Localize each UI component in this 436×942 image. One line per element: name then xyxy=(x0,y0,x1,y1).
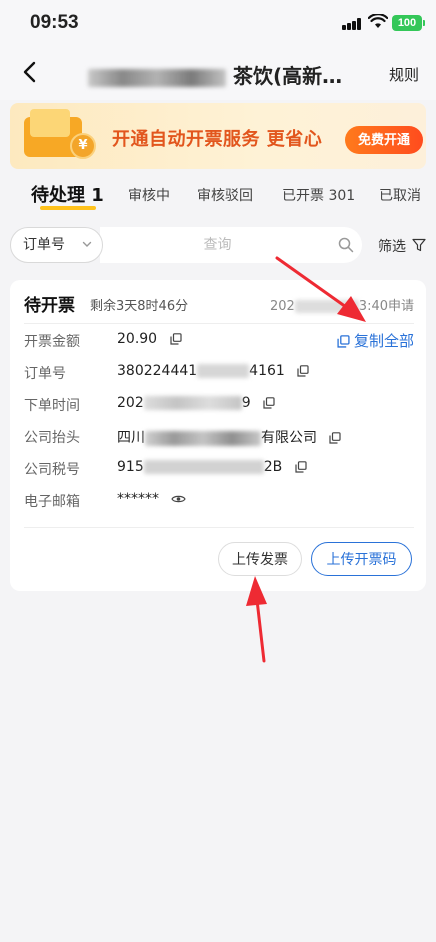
field-tax-id: 公司税号 915 2B xyxy=(24,458,414,480)
tax-id-end: 2B xyxy=(263,459,283,475)
divider xyxy=(24,323,414,324)
field-value: 380224441 4161 xyxy=(117,363,309,379)
eye-icon[interactable] xyxy=(171,493,187,505)
status-tabs: 待处理 1 审核中 审核驳回 已开票 301 已取消 xyxy=(0,175,436,219)
field-value: ****** xyxy=(117,491,187,507)
back-arrow-icon[interactable] xyxy=(18,59,44,85)
field-value: 915 2B xyxy=(117,459,307,475)
card-header: 待开票 剩余3天8时46分 202 3:40申请 xyxy=(24,291,414,317)
nav-bar: 茶饮(高新… 规则 xyxy=(0,46,436,100)
tab-rejected[interactable]: 审核驳回 xyxy=(197,185,253,205)
apply-time: 202 3:40申请 xyxy=(270,295,414,314)
copy-icon[interactable] xyxy=(169,333,182,345)
field-label: 公司抬头 xyxy=(24,430,80,446)
copy-icon[interactable] xyxy=(263,397,275,409)
copy-icon xyxy=(337,335,350,348)
banner-text: 开通自动开票服务 更省心 xyxy=(112,129,323,150)
search-type-value: 订单号 xyxy=(23,237,65,253)
company-name-end: 有限公司 xyxy=(261,430,317,446)
wifi-icon xyxy=(368,14,388,28)
apply-time-prefix: 202 xyxy=(269,299,295,314)
blurred-store-name xyxy=(88,68,226,87)
tab-invoiced[interactable]: 已开票 301 xyxy=(282,185,355,205)
field-label: 开票金额 xyxy=(24,334,80,350)
filter-label: 筛选 xyxy=(378,239,406,255)
field-company-name: 公司抬头 四川 有限公司 xyxy=(24,426,414,448)
rules-link[interactable]: 规则 xyxy=(389,64,419,85)
cellular-signal-icon xyxy=(342,18,362,30)
page-title: 茶饮(高新… xyxy=(88,60,358,89)
search-row: 订单号 筛选 xyxy=(0,224,436,266)
search-type-select[interactable]: 订单号 xyxy=(10,227,103,263)
field-email: 电子邮箱 ****** xyxy=(24,490,414,512)
divider xyxy=(24,527,414,528)
blurred-company-name xyxy=(145,430,261,446)
blurred-tax-id xyxy=(143,460,264,474)
search-box[interactable] xyxy=(100,227,362,263)
tab-cancelled[interactable]: 已取消 xyxy=(379,185,421,205)
upload-invoice-code-button[interactable]: 上传开票码 xyxy=(311,542,412,576)
copy-icon[interactable] xyxy=(297,365,309,377)
pending-invoice-card: 待开票 剩余3天8时46分 202 3:40申请 开票金额 20.90 复制全部 … xyxy=(10,280,426,591)
tab-pending[interactable]: 待处理 1 xyxy=(31,181,104,207)
field-value: 20.90 xyxy=(117,331,182,347)
field-label: 订单号 xyxy=(24,366,66,382)
remaining-time: 剩余3天8时46分 xyxy=(90,299,189,314)
status-time: 09:53 xyxy=(30,12,79,33)
field-order-time: 下单时间 202 9 xyxy=(24,394,414,416)
field-value: 四川 有限公司 xyxy=(117,427,342,447)
filter-button[interactable]: 筛选 xyxy=(378,236,426,256)
filter-funnel-icon xyxy=(412,238,426,252)
chevron-down-icon xyxy=(82,241,92,247)
field-label: 公司税号 xyxy=(24,462,80,478)
active-tab-underline xyxy=(40,206,96,210)
field-value: 202 9 xyxy=(117,395,275,411)
status-bar: 09:53 100 xyxy=(0,0,436,46)
blurred-order-time xyxy=(143,396,242,410)
masked-email: ****** xyxy=(117,491,159,507)
order-number-end: 4161 xyxy=(249,363,285,379)
field-order-number: 订单号 380224441 4161 xyxy=(24,362,414,384)
auto-invoice-banner[interactable]: ¥ 开通自动开票服务 更省心 免费开通 xyxy=(10,103,426,169)
tab-reviewing[interactable]: 审核中 xyxy=(128,185,170,205)
field-label: 下单时间 xyxy=(24,398,80,414)
battery-icon: 100 xyxy=(392,15,425,31)
coin-icon: ¥ xyxy=(70,133,96,159)
order-time-start: 202 xyxy=(117,395,144,411)
apply-time-suffix: 3:40申请 xyxy=(358,299,414,314)
blurred-apply-time xyxy=(294,300,359,313)
order-number-start: 380224441 xyxy=(117,363,198,379)
upload-invoice-button[interactable]: 上传发票 xyxy=(218,542,302,576)
search-icon[interactable] xyxy=(338,237,354,253)
free-enable-button[interactable]: 免费开通 xyxy=(345,126,423,154)
order-time-end: 9 xyxy=(241,395,251,411)
page-title-text: 茶饮(高新… xyxy=(232,64,343,88)
search-input[interactable] xyxy=(100,227,335,263)
copy-icon[interactable] xyxy=(295,461,307,473)
copy-all-label: 复制全部 xyxy=(353,332,414,350)
blurred-order-number xyxy=(197,364,250,378)
card-status: 待开票 xyxy=(24,296,75,316)
amount-value: 20.90 xyxy=(117,331,158,347)
company-name-start: 四川 xyxy=(117,430,145,446)
field-amount: 开票金额 20.90 复制全部 xyxy=(24,330,414,352)
tax-id-start: 915 xyxy=(117,459,144,475)
field-label: 电子邮箱 xyxy=(24,494,80,510)
copy-icon[interactable] xyxy=(329,432,342,444)
copy-all-button[interactable]: 复制全部 xyxy=(337,330,414,351)
